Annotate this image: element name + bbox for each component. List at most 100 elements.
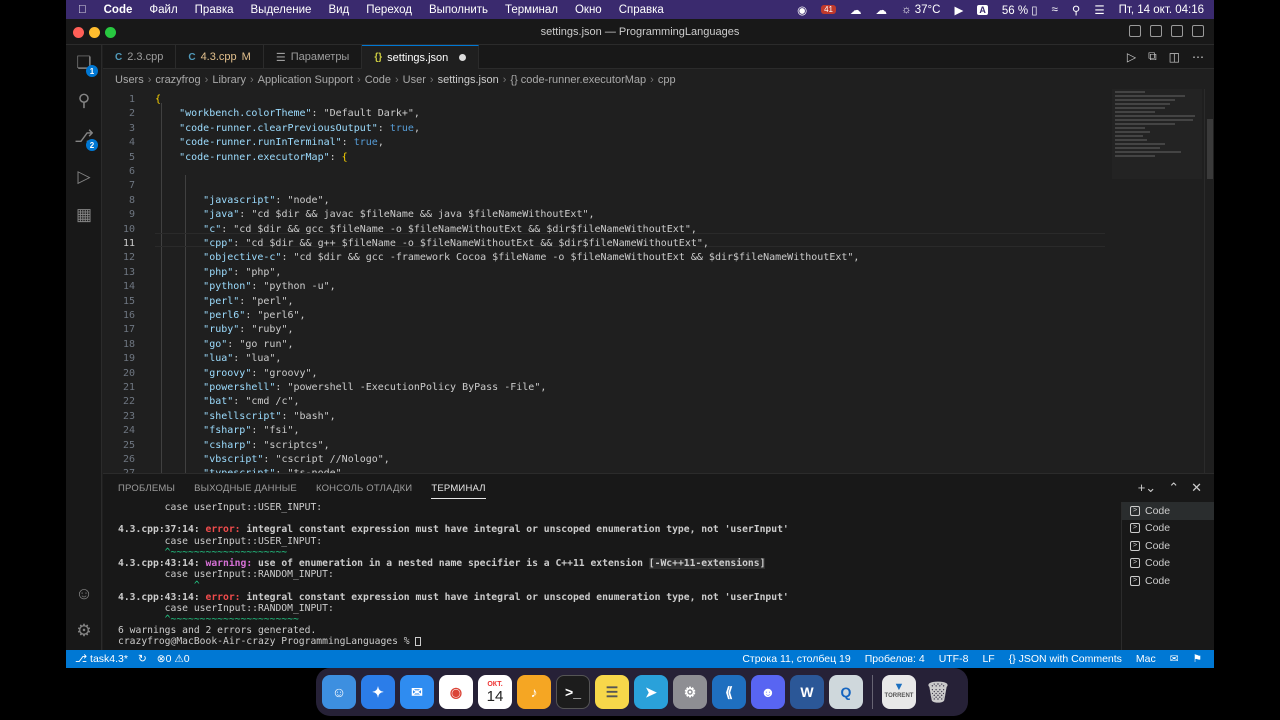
minimap[interactable] [1112,89,1202,179]
crumb-crazyfrog[interactable]: crazyfrog [155,74,200,86]
menu-terminal[interactable]: Терминал [505,4,558,16]
customize-layout-icon[interactable] [1192,25,1204,37]
code-line[interactable]: 12 "objective-c": "cd $dir && gcc -frame… [103,251,1103,265]
menu-selection[interactable]: Выделение [251,4,312,16]
crumb-code[interactable]: Code [365,74,391,86]
code-line[interactable]: 24 "fsharp": "fsi", [103,424,1103,438]
code-line[interactable]: 5 "code-runner.executorMap": { [103,151,1103,165]
menu-view[interactable]: Вид [328,4,349,16]
vscode-icon[interactable]: ⟪ [712,675,746,709]
code-line[interactable]: 8 "javascript": "node", [103,194,1103,208]
terminal-item[interactable]: > Code [1122,520,1214,538]
run-debug-icon[interactable]: ▷ [72,165,96,189]
menu-file[interactable]: Файл [149,4,177,16]
split-editor-icon[interactable]: ◫ [1169,50,1180,64]
play-icon[interactable]: ▶ [954,3,963,17]
code-line[interactable]: 15 "perl": "perl", [103,295,1103,309]
menu-run[interactable]: Выполнить [429,4,488,16]
crumb-users[interactable]: Users [115,74,144,86]
more-actions-icon[interactable]: ⋯ [1192,50,1204,64]
crumb-library[interactable]: Library [212,74,246,86]
terminal-output[interactable]: case userInput::USER_INPUT: 4.3.cpp:37:14… [118,502,1108,650]
code-line[interactable]: 14 "python": "python -u", [103,280,1103,294]
notes-icon[interactable]: ☰ [595,675,629,709]
code-line[interactable]: 13 "php": "php", [103,266,1103,280]
code-line[interactable]: 3 "code-runner.clearPreviousOutput": tru… [103,122,1103,136]
code-line[interactable]: 6 [103,165,1103,179]
crumb-user[interactable]: User [403,74,426,86]
terminal-item[interactable]: > Code [1122,572,1214,590]
terminal-item[interactable]: > Code [1122,537,1214,555]
source-control-icon[interactable]: ⎇ 2 [72,125,98,151]
settings-gear-icon[interactable]: ⚙ [72,619,96,643]
editor-scrollbar[interactable] [1204,89,1214,473]
run-file-icon[interactable]: ▷ [1127,50,1136,64]
chrome-icon[interactable]: ◉ [439,675,473,709]
cloud2-icon[interactable]: ☁ [876,3,888,17]
extensions-icon[interactable]: ▦ [72,203,96,227]
notifications-icon[interactable]: ⚑ [1193,653,1202,665]
code-line[interactable]: 26 "vbscript": "cscript //Nologo", [103,453,1103,467]
toggle-panel-icon[interactable] [1150,25,1162,37]
mail-icon[interactable]: ✉ [400,675,434,709]
code-line[interactable]: 25 "csharp": "scriptcs", [103,439,1103,453]
code-line[interactable]: 9 "java": "cd $dir && javac $fileName &&… [103,208,1103,222]
menu-window[interactable]: Окно [575,4,602,16]
apple-icon[interactable]:  [78,4,87,16]
toggle-sidebar-icon[interactable] [1129,25,1141,37]
music-app-icon[interactable]: ♪ [517,675,551,709]
crumb-settings-json[interactable]: settings.json [438,74,499,86]
problems-indicator[interactable]: ⊗0 ⚠0 [157,653,190,665]
tab-2-3-cpp[interactable]: C 2.3.cpp [103,45,177,69]
terminal-item[interactable]: > Code [1122,555,1214,573]
unsaved-dot-icon[interactable] [459,54,467,61]
code-line[interactable]: 1{ [103,93,1103,107]
tab-settings-json[interactable]: {} settings.json [362,45,480,69]
code-line[interactable]: 20 "groovy": "groovy", [103,367,1103,381]
code-line[interactable]: 22 "bat": "cmd /c", [103,395,1103,409]
menu-go[interactable]: Переход [366,4,412,16]
quicktime-icon[interactable]: Q [829,675,863,709]
safari-icon[interactable]: ✦ [361,675,395,709]
toggle-secondary-sidebar-icon[interactable] [1171,25,1183,37]
battery-indicator[interactable]: 56 % ▯ [1002,3,1038,17]
tab-output[interactable]: ВЫХОДНЫЕ ДАННЫЕ [194,483,297,499]
platform[interactable]: Mac [1136,653,1156,665]
crumb-executor-map[interactable]: {} code-runner.executorMap [510,74,646,86]
tab-4-3-cpp[interactable]: C 4.3.cpp M [176,45,264,69]
trash-icon[interactable]: 🗑 [921,675,955,709]
system-settings-icon[interactable]: ⚙ [673,675,707,709]
calendar-icon[interactable]: ОКТ. 14 [478,675,512,709]
indentation[interactable]: Пробелов: 4 [865,653,925,665]
encoding[interactable]: UTF-8 [939,653,969,665]
open-settings-icon[interactable]: ⧉ [1148,49,1157,64]
input-source-icon[interactable]: A [977,4,988,15]
tab-settings-ui[interactable]: ☰ Параметры [264,45,363,69]
code-line[interactable]: 21 "powershell": "powershell -ExecutionP… [103,381,1103,395]
maximize-panel-icon[interactable]: ⌃ [1168,480,1179,496]
app-menu[interactable]: Code [104,4,133,16]
wifi-icon[interactable]: ≈ [1052,4,1058,16]
sync-icon[interactable]: ↻ [138,653,147,665]
search-view-icon[interactable]: ⚲ [72,89,96,113]
crumb-app-support[interactable]: Application Support [258,74,353,86]
torrent-icon[interactable]: ▼ TORRENT [882,675,916,709]
cloud-icon[interactable]: ☁ [850,3,862,17]
tab-debug-console[interactable]: КОНСОЛЬ ОТЛАДКИ [316,483,412,499]
discord-icon[interactable]: ☻ [751,675,785,709]
code-line[interactable]: 2 "workbench.colorTheme": "Default Dark+… [103,107,1103,121]
menu-help[interactable]: Справка [619,4,664,16]
code-line[interactable]: 4 "code-runner.runInTerminal": true, [103,136,1103,150]
clock[interactable]: Пт, 14 окт. 04:16 [1119,4,1204,16]
branch-indicator[interactable]: ⎇ task4.3* [75,653,128,665]
code-line[interactable]: 18 "go": "go run", [103,338,1103,352]
language-mode[interactable]: {} JSON with Comments [1009,653,1122,665]
terminal-item[interactable]: > Code [1122,502,1214,520]
code-line[interactable]: 17 "ruby": "ruby", [103,323,1103,337]
code-editor[interactable]: 1{2 "workbench.colorTheme": "Default Dar… [103,89,1214,473]
control-center-icon[interactable]: ☰ [1094,3,1104,17]
feedback-icon[interactable]: ✉ [1170,653,1179,665]
scrollbar-thumb[interactable] [1207,119,1213,179]
code-line[interactable]: 16 "perl6": "perl6", [103,309,1103,323]
code-line[interactable]: 11 "cpp": "cd $dir && g++ $fileName -o $… [103,237,1103,251]
